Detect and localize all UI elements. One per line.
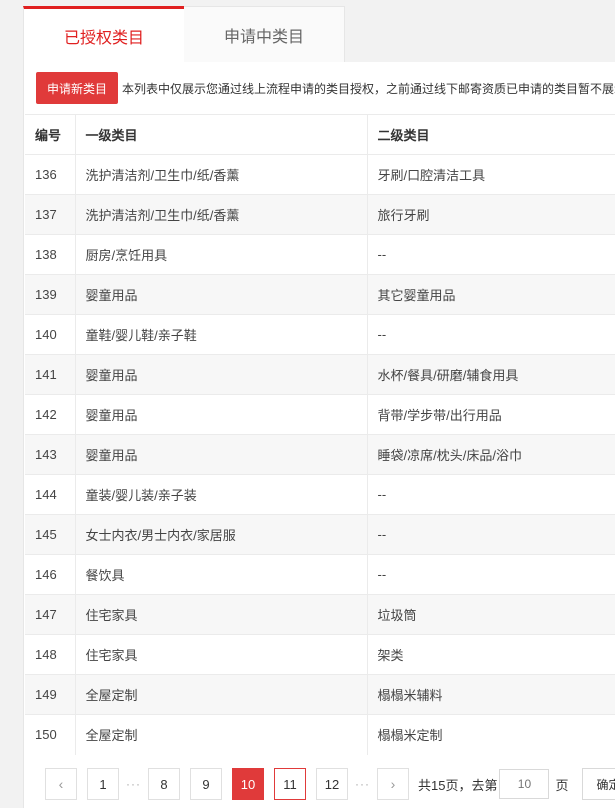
- notice-text: 本列表中仅展示您通过线上流程申请的类目授权，之前通过线下邮寄资质已申请的类目暂不…: [122, 81, 615, 96]
- table-row: 138 厨房/烹饪用具 --: [25, 234, 615, 275]
- table-row: 143 婴童用品 睡袋/凉席/枕头/床品/浴巾: [25, 434, 615, 475]
- category-table: 编号 一级类目 二级类目 136 洗护清洁剂/卫生巾/纸/香薰 牙刷/口腔清洁工具 1…: [25, 114, 615, 755]
- tab-applying[interactable]: 申请中类目: [184, 6, 345, 62]
- prev-page-button[interactable]: ‹: [45, 768, 77, 800]
- table-row: 144 童装/婴儿装/亲子装 --: [25, 474, 615, 515]
- cell-level2: 垃圾筒: [366, 594, 615, 635]
- table-row: 146 餐饮具 --: [25, 554, 615, 595]
- table-row: 136 洗护清洁剂/卫生巾/纸/香薰 牙刷/口腔清洁工具: [25, 154, 615, 195]
- cell-level1: 住宅家具: [74, 594, 367, 635]
- total-pages-text: 共15页，去第: [418, 777, 498, 793]
- page-suffix-text: 页: [555, 777, 569, 793]
- cell-id: 149: [25, 674, 75, 715]
- cell-id: 138: [25, 234, 75, 275]
- cell-level1: 餐饮具: [74, 554, 367, 595]
- cell-level1: 全屋定制: [74, 714, 367, 755]
- cell-id: 144: [25, 474, 75, 515]
- page-12-button[interactable]: 12: [316, 768, 348, 800]
- cell-id: 148: [25, 634, 75, 675]
- ellipsis-left: ···: [126, 777, 141, 791]
- cell-level2: --: [366, 514, 615, 555]
- page-10-button[interactable]: 10: [232, 768, 264, 800]
- cell-level1: 童装/婴儿装/亲子装: [74, 474, 367, 515]
- tab-authorized[interactable]: 已授权类目: [23, 6, 184, 62]
- ellipsis-right: ···: [355, 777, 370, 791]
- cell-id: 150: [25, 714, 75, 755]
- page-1-button[interactable]: 1: [87, 768, 119, 800]
- table-row: 148 住宅家具 架类: [25, 634, 615, 675]
- table-row: 145 女士内衣/男士内衣/家居服 --: [25, 514, 615, 555]
- header-level1: 一级类目: [74, 114, 367, 155]
- table-row: 142 婴童用品 背带/学步带/出行用品: [25, 394, 615, 435]
- confirm-goto-button[interactable]: 确定: [582, 768, 615, 800]
- category-tabs: 已授权类目 申请中类目: [23, 6, 615, 62]
- cell-level2: 牙刷/口腔清洁工具: [366, 154, 615, 195]
- cell-level2: --: [366, 234, 615, 275]
- table-row: 149 全屋定制 榻榻米辅料: [25, 674, 615, 715]
- pagination: ‹ 1 ··· 8 9 10 11 12 ··· › 共15页，去第 页 确定: [45, 768, 615, 800]
- cell-level2: 榻榻米定制: [366, 714, 615, 755]
- table-row: 141 婴童用品 水杯/餐具/研磨/辅食用具: [25, 354, 615, 395]
- table-row: 140 童鞋/婴儿鞋/亲子鞋 --: [25, 314, 615, 355]
- cell-id: 146: [25, 554, 75, 595]
- table-row: 137 洗护清洁剂/卫生巾/纸/香薰 旅行牙刷: [25, 194, 615, 235]
- cell-level2: 睡袋/凉席/枕头/床品/浴巾: [366, 434, 615, 475]
- cell-id: 136: [25, 154, 75, 195]
- cell-level2: 架类: [366, 634, 615, 675]
- cell-level1: 婴童用品: [74, 274, 367, 315]
- cell-level2: 旅行牙刷: [366, 194, 615, 235]
- cell-level1: 婴童用品: [74, 394, 367, 435]
- table-row: 147 住宅家具 垃圾筒: [25, 594, 615, 635]
- table-row: 150 全屋定制 榻榻米定制: [25, 714, 615, 755]
- table-row: 139 婴童用品 其它婴童用品: [25, 274, 615, 315]
- cell-level2: 背带/学步带/出行用品: [366, 394, 615, 435]
- cell-level2: 其它婴童用品: [366, 274, 615, 315]
- cell-level2: --: [366, 474, 615, 515]
- page-9-button[interactable]: 9: [190, 768, 222, 800]
- cell-id: 139: [25, 274, 75, 315]
- cell-level1: 洗护清洁剂/卫生巾/纸/香薰: [74, 194, 367, 235]
- header-level2: 二级类目: [366, 114, 615, 155]
- cell-id: 141: [25, 354, 75, 395]
- table-body: 136 洗护清洁剂/卫生巾/纸/香薰 牙刷/口腔清洁工具 137 洗护清洁剂/卫生巾/纸…: [25, 154, 615, 755]
- table-header-row: 编号 一级类目 二级类目: [25, 114, 615, 155]
- cell-level1: 洗护清洁剂/卫生巾/纸/香薰: [74, 154, 367, 195]
- cell-level1: 住宅家具: [74, 634, 367, 675]
- cell-level1: 童鞋/婴儿鞋/亲子鞋: [74, 314, 367, 355]
- cell-level2: 榻榻米辅料: [366, 674, 615, 715]
- cell-id: 147: [25, 594, 75, 635]
- cell-level2: --: [366, 554, 615, 595]
- cell-id: 142: [25, 394, 75, 435]
- cell-level1: 厨房/烹饪用具: [74, 234, 367, 275]
- cell-level2: 水杯/餐具/研磨/辅食用具: [366, 354, 615, 395]
- category-panel: 申请新类目 本列表中仅展示您通过线上流程申请的类目授权，之前通过线下邮寄资质已申…: [23, 62, 615, 808]
- cell-level1: 婴童用品: [74, 354, 367, 395]
- apply-new-category-button[interactable]: 申请新类目: [36, 72, 119, 104]
- cell-level1: 女士内衣/男士内衣/家居服: [74, 514, 367, 555]
- cell-id: 140: [25, 314, 75, 355]
- cell-level2: --: [366, 314, 615, 355]
- cell-level1: 全屋定制: [74, 674, 367, 715]
- cell-id: 145: [25, 514, 75, 555]
- cell-id: 143: [25, 434, 75, 475]
- cell-level1: 婴童用品: [74, 434, 367, 475]
- toolbar: 申请新类目 本列表中仅展示您通过线上流程申请的类目授权，之前通过线下邮寄资质已申…: [36, 72, 615, 104]
- cell-id: 137: [25, 194, 75, 235]
- next-page-button[interactable]: ›: [377, 768, 409, 800]
- page-11-button[interactable]: 11: [274, 768, 306, 800]
- header-id: 编号: [25, 114, 75, 155]
- goto-page-input[interactable]: [499, 769, 550, 799]
- page-8-button[interactable]: 8: [148, 768, 180, 800]
